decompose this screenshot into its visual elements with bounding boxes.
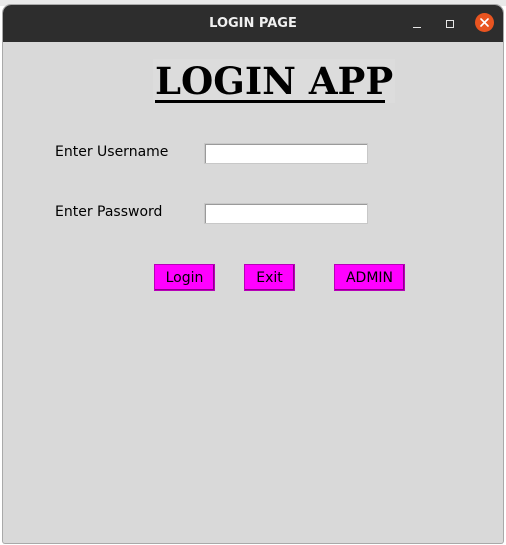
password-input[interactable] (204, 203, 368, 224)
login-button[interactable]: Login (154, 264, 215, 291)
window-title: LOGIN PAGE (209, 16, 297, 31)
username-label: Enter Username (55, 144, 169, 160)
minimize-icon (413, 26, 421, 28)
heading-underline (155, 100, 385, 103)
username-input[interactable] (204, 143, 368, 164)
close-button[interactable] (475, 13, 494, 32)
maximize-button[interactable] (440, 14, 460, 34)
minimize-button[interactable] (407, 14, 427, 34)
maximize-icon (446, 20, 454, 28)
window-titlebar[interactable]: LOGIN PAGE (3, 5, 503, 42)
password-label: Enter Password (55, 204, 163, 220)
login-window: LOGIN PAGE LOGIN APP Enter Username Ente… (3, 5, 503, 543)
close-icon (480, 18, 489, 27)
exit-button[interactable]: Exit (244, 264, 295, 291)
admin-button[interactable]: ADMIN (334, 264, 405, 291)
app-heading: LOGIN APP (153, 59, 396, 103)
